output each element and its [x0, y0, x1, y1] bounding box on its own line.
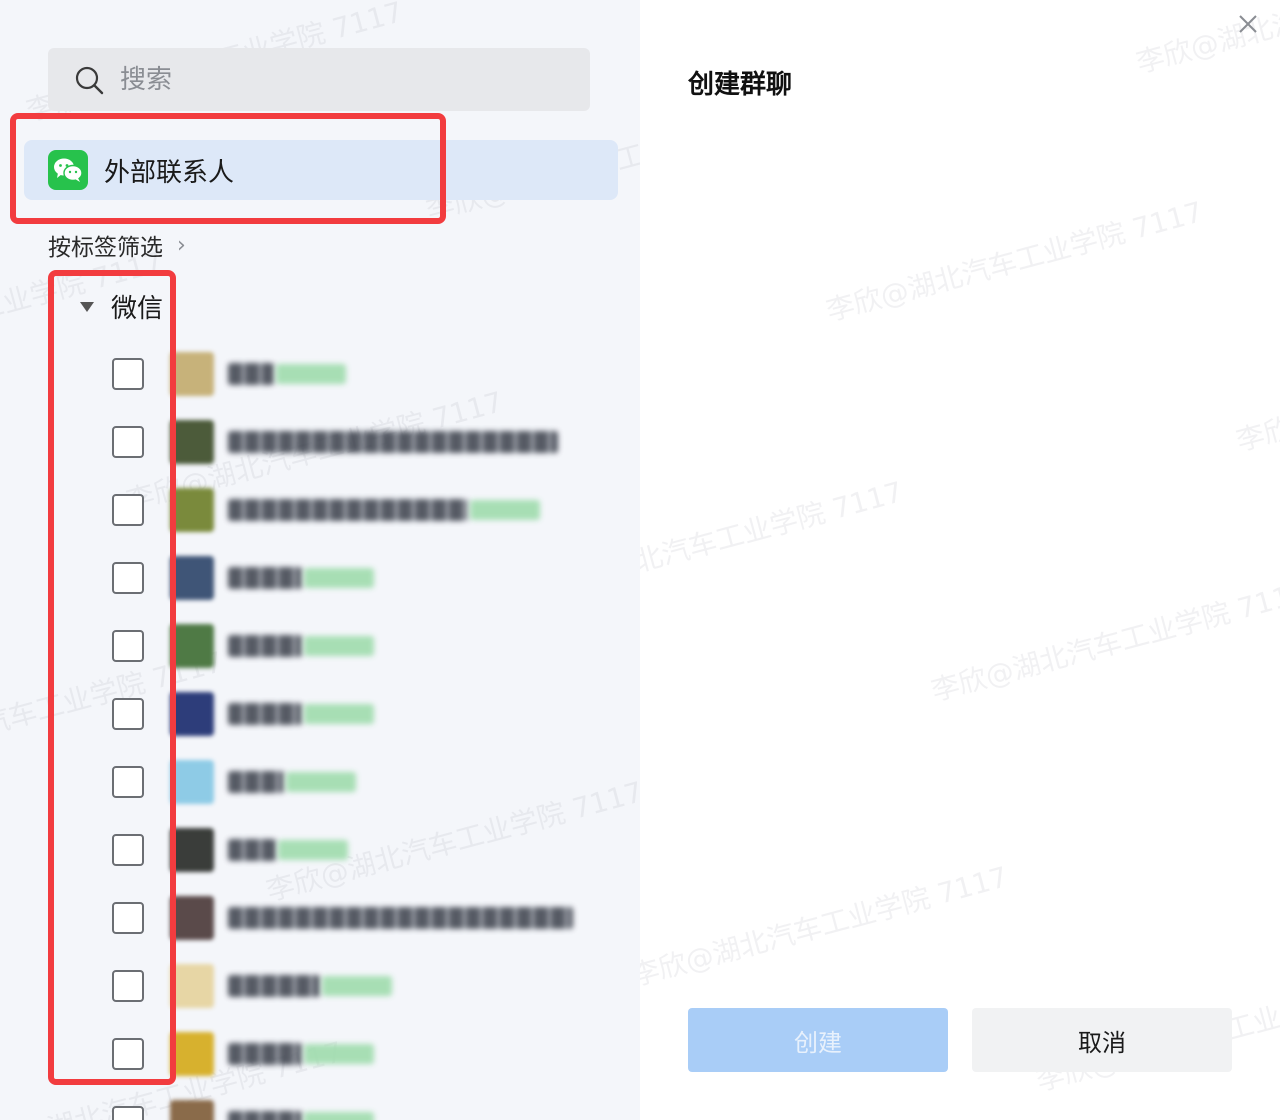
contact-tag-redacted [278, 840, 348, 860]
chevron-right-icon: › [177, 232, 186, 258]
contact-row[interactable] [0, 816, 640, 884]
contact-avatar [170, 964, 214, 1008]
contact-name-redacted [228, 635, 302, 657]
watermark: 李欣@湖北汽车工业学院 7117 [640, 860, 1012, 993]
create-button[interactable]: 创建 [688, 1008, 948, 1072]
wechat-group-header[interactable]: 微信 [80, 288, 163, 325]
contact-name-redacted [228, 907, 573, 929]
contact-avatar [170, 760, 214, 804]
contact-avatar [170, 488, 214, 532]
watermark: 李欣@湖北汽车工业学院 7117 [822, 195, 1207, 328]
contact-checkbox[interactable] [112, 834, 144, 866]
contact-name-redacted [228, 771, 284, 793]
contact-tag-redacted [304, 704, 374, 724]
contact-tag-redacted [304, 568, 374, 588]
contact-row[interactable] [0, 952, 640, 1020]
watermark: 李欣@湖北汽车工业学院 7117 [1232, 325, 1280, 458]
tag-filter[interactable]: 按标签筛选 › [48, 228, 186, 262]
contact-name-redacted [228, 703, 302, 725]
watermark: 李欣@湖北汽车工业学院 7117 [927, 575, 1280, 708]
contact-checkbox[interactable] [112, 1038, 144, 1070]
contact-checkbox[interactable] [112, 494, 144, 526]
contact-list [0, 340, 640, 1120]
wechat-icon [48, 150, 88, 190]
collapse-triangle-icon[interactable] [80, 301, 94, 312]
contact-row[interactable] [0, 340, 640, 408]
contact-name-redacted [228, 567, 302, 589]
search-box[interactable] [48, 48, 590, 111]
group-label: 微信 [111, 294, 164, 324]
contact-tag-redacted [470, 500, 540, 520]
watermark: 李欣@湖北汽车工业学院 7117 [640, 475, 907, 608]
contact-checkbox[interactable] [112, 426, 144, 458]
contact-checkbox[interactable] [112, 698, 144, 730]
contact-name-redacted [228, 499, 468, 521]
contact-checkbox[interactable] [112, 970, 144, 1002]
cancel-button[interactable]: 取消 [972, 1008, 1232, 1072]
contact-tag-redacted [286, 772, 356, 792]
contact-row[interactable] [0, 748, 640, 816]
contact-name-redacted [228, 363, 274, 385]
contact-name-redacted [228, 1043, 302, 1065]
contact-row[interactable] [0, 408, 640, 476]
contact-name-redacted [228, 839, 276, 861]
contact-tag-redacted [304, 636, 374, 656]
external-contacts-label: 外部联系人 [104, 157, 235, 188]
contact-row[interactable] [0, 1020, 640, 1088]
contact-avatar [170, 556, 214, 600]
tag-filter-label: 按标签筛选 [48, 235, 163, 261]
contact-tag-redacted [322, 976, 392, 996]
contact-row[interactable] [0, 612, 640, 680]
contact-checkbox[interactable] [112, 562, 144, 594]
contact-avatar [170, 420, 214, 464]
dialog-title: 创建群聊 [688, 70, 793, 100]
contact-name-redacted [228, 975, 320, 997]
external-contacts-item[interactable]: 外部联系人 [24, 140, 618, 200]
contact-tag-redacted [304, 1044, 374, 1064]
contact-row[interactable] [0, 544, 640, 612]
contact-picker-pane: 李欣@湖北汽车工业学院 7117 李欣@湖北汽车工业学院 7117 李欣@湖北汽… [0, 0, 640, 1120]
create-group-dialog: 李欣@湖北汽车工业学院 7117 李欣@湖北汽车工业学院 7117 李欣@湖北汽… [640, 0, 1280, 1120]
contact-avatar [170, 828, 214, 872]
contact-avatar [170, 624, 214, 668]
contact-row[interactable] [0, 1088, 640, 1120]
contact-avatar [170, 352, 214, 396]
contact-checkbox[interactable] [112, 902, 144, 934]
contact-row[interactable] [0, 884, 640, 952]
contact-checkbox[interactable] [112, 630, 144, 662]
contact-row[interactable] [0, 476, 640, 544]
search-icon [75, 66, 104, 94]
contact-avatar [170, 692, 214, 736]
close-button[interactable] [1234, 10, 1262, 38]
contact-avatar [170, 1100, 214, 1120]
contact-checkbox[interactable] [112, 1106, 144, 1120]
close-icon [1239, 15, 1257, 33]
contact-row[interactable] [0, 680, 640, 748]
contact-avatar [170, 896, 214, 940]
contact-tag-redacted [304, 1112, 374, 1120]
contact-avatar [170, 1032, 214, 1076]
search-input[interactable] [120, 64, 540, 95]
contact-checkbox[interactable] [112, 358, 144, 390]
contact-name-redacted [228, 1111, 302, 1120]
contact-tag-redacted [276, 364, 346, 384]
contact-checkbox[interactable] [112, 766, 144, 798]
contact-name-redacted [228, 431, 558, 453]
